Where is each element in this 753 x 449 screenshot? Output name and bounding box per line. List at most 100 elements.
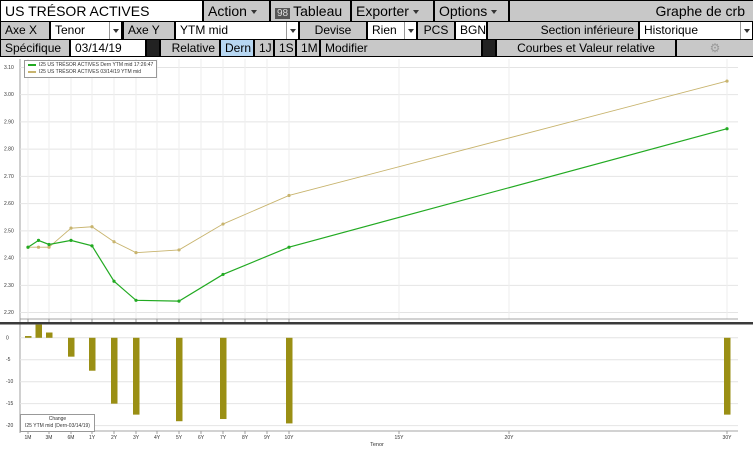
- exporter-menu[interactable]: Exporter: [352, 1, 433, 21]
- devise-label: Devise: [300, 22, 366, 39]
- yield-curve-chart: 3.10 3.00 2.90 2.80 2.70 2.60 2.50 2.40 2.30 2.20…: [0, 59, 753, 448]
- series-2-point: [287, 193, 291, 198]
- x-tick-label: 3M: [46, 435, 53, 441]
- legend-item-series1: I25 US TRÉSOR ACTIVES Dern YTM mid 17:26…: [28, 62, 153, 69]
- axe-y-select[interactable]: YTM mid: [176, 22, 286, 39]
- series-2-point: [47, 245, 51, 249]
- pcs-input[interactable]: BGN: [456, 22, 486, 39]
- axe-x-select[interactable]: Tenor: [51, 22, 109, 39]
- y-tick-label-lower: -10: [6, 379, 13, 385]
- gear-icon[interactable]: ⚙: [677, 40, 753, 56]
- change-bar: [176, 337, 183, 422]
- axis-toolbar: Axe X Tenor Axe Y YTM mid Devise Rien PC…: [0, 22, 753, 40]
- x-tick-label: 2Y: [111, 435, 118, 441]
- series-line-1: [27, 128, 728, 302]
- x-tick-label: 7Y: [220, 435, 227, 441]
- panel-divider: [0, 322, 753, 325]
- series-1-point: [90, 244, 94, 248]
- x-tick-label: 4Y: [154, 435, 161, 441]
- chart-legend: I25 US TRÉSOR ACTIVES Dern YTM mid 17:26…: [24, 60, 158, 78]
- chevron-down-icon: [491, 10, 498, 15]
- series-2-point: [725, 79, 729, 83]
- legend-label-series1: I25 US TRÉSOR ACTIVES Dern YTM mid 17:26…: [39, 62, 154, 68]
- curves-button[interactable]: Courbes et Valeur relative: [497, 40, 675, 56]
- series-1-point: [69, 238, 73, 242]
- curves-toggle[interactable]: [483, 40, 495, 56]
- y-tick-label: 2.40: [4, 256, 14, 262]
- series-line-2: [28, 80, 728, 254]
- x-tick-label: 6Y: [198, 435, 205, 441]
- modifier-button[interactable]: Modifier: [321, 40, 481, 56]
- change-bar: [35, 324, 43, 338]
- y-tick-label: 2.90: [4, 119, 14, 125]
- series-1-point: [177, 299, 181, 303]
- tableau-button[interactable]: 98 Tableau: [271, 1, 350, 21]
- specific-label: Spécifique: [1, 40, 69, 56]
- period-dern-button[interactable]: Dern: [221, 40, 253, 56]
- x-tick-label: 1Y: [89, 435, 96, 441]
- x-tick-label: 30Y: [723, 435, 733, 441]
- security-title: US TRÉSOR ACTIVES: [5, 3, 150, 19]
- legend-label-series2: I25 US TRÉSOR ACTIVES 03/14/19 YTM mid: [39, 69, 142, 75]
- x-tick-label: 10Y: [285, 435, 295, 441]
- y-tick-label-lower: -5: [6, 357, 11, 363]
- devise-dropdown[interactable]: [404, 22, 416, 39]
- x-tick-label: 5Y: [176, 435, 183, 441]
- axe-y-label: Axe Y: [124, 22, 174, 39]
- change-bar: [89, 337, 96, 371]
- y-tick-label-lower: 0: [6, 335, 9, 341]
- title-toolbar: US TRÉSOR ACTIVES Action 98 Tableau Expor…: [0, 0, 753, 22]
- change-bar: [286, 337, 293, 424]
- y-tick-label: 2.20: [4, 310, 14, 316]
- series-1-point: [221, 272, 225, 277]
- period-1s-button[interactable]: 1S: [275, 40, 295, 56]
- period-1m-button[interactable]: 1M: [297, 40, 319, 56]
- y-tick-label-lower: -20: [6, 423, 13, 429]
- axe-x-label: Axe X: [1, 22, 49, 39]
- series-2-point: [134, 251, 138, 255]
- x-tick-label: 1M: [25, 435, 32, 441]
- y-tick-label: 2.80: [4, 147, 14, 153]
- x-tick-label: 6M: [68, 435, 75, 441]
- series-1-point: [26, 245, 30, 249]
- series-2-point: [90, 225, 94, 229]
- series-1-point: [47, 242, 51, 247]
- axe-y-dropdown[interactable]: [286, 22, 298, 39]
- x-tick-label: 20Y: [505, 435, 515, 441]
- change-bar: [68, 337, 75, 357]
- security-title-box[interactable]: US TRÉSOR ACTIVES: [1, 1, 202, 21]
- section-select[interactable]: Historique: [640, 22, 740, 39]
- change-bar: [220, 337, 227, 420]
- axe-x-dropdown[interactable]: [109, 22, 121, 39]
- pcs-label: PCS: [418, 22, 454, 39]
- section-dropdown[interactable]: [740, 22, 752, 39]
- series-1-point: [36, 238, 41, 242]
- series-2-point: [112, 240, 116, 244]
- change-bar: [46, 332, 53, 338]
- change-legend: Change I25 YTM mid (Dern-03/14/19): [20, 414, 95, 432]
- change-bar: [111, 337, 118, 404]
- change-bar: [133, 337, 140, 415]
- period-1j-button[interactable]: 1J: [255, 40, 273, 56]
- change-bar: [25, 336, 32, 338]
- chevron-down-icon: [250, 10, 257, 15]
- x-tick-label: 9Y: [264, 435, 271, 441]
- date-input[interactable]: 03/14/19: [71, 40, 145, 56]
- y-tick-label: 3.00: [4, 92, 14, 98]
- devise-select[interactable]: Rien: [368, 22, 404, 39]
- series-2-point: [69, 226, 73, 230]
- y-tick-label: 2.50: [4, 228, 14, 234]
- action-menu[interactable]: Action: [204, 1, 269, 21]
- date-toolbar: Spécifique 03/14/19 Relative Dern 1J 1S …: [0, 40, 753, 57]
- y-tick-label: 3.10: [4, 65, 14, 71]
- relative-label: Relative: [161, 40, 219, 56]
- options-menu[interactable]: Options: [435, 1, 508, 21]
- series-1-point: [725, 127, 729, 131]
- calendar-button[interactable]: [147, 40, 159, 56]
- series-2-point: [221, 222, 225, 226]
- x-axis-title: Tenor: [370, 442, 384, 448]
- y-tick-label: 2.60: [4, 201, 14, 207]
- legend-item-series2: I25 US TRÉSOR ACTIVES 03/14/19 YTM mid: [28, 69, 153, 76]
- x-tick-label: 3Y: [133, 435, 140, 441]
- y-tick-label: 2.30: [4, 283, 14, 289]
